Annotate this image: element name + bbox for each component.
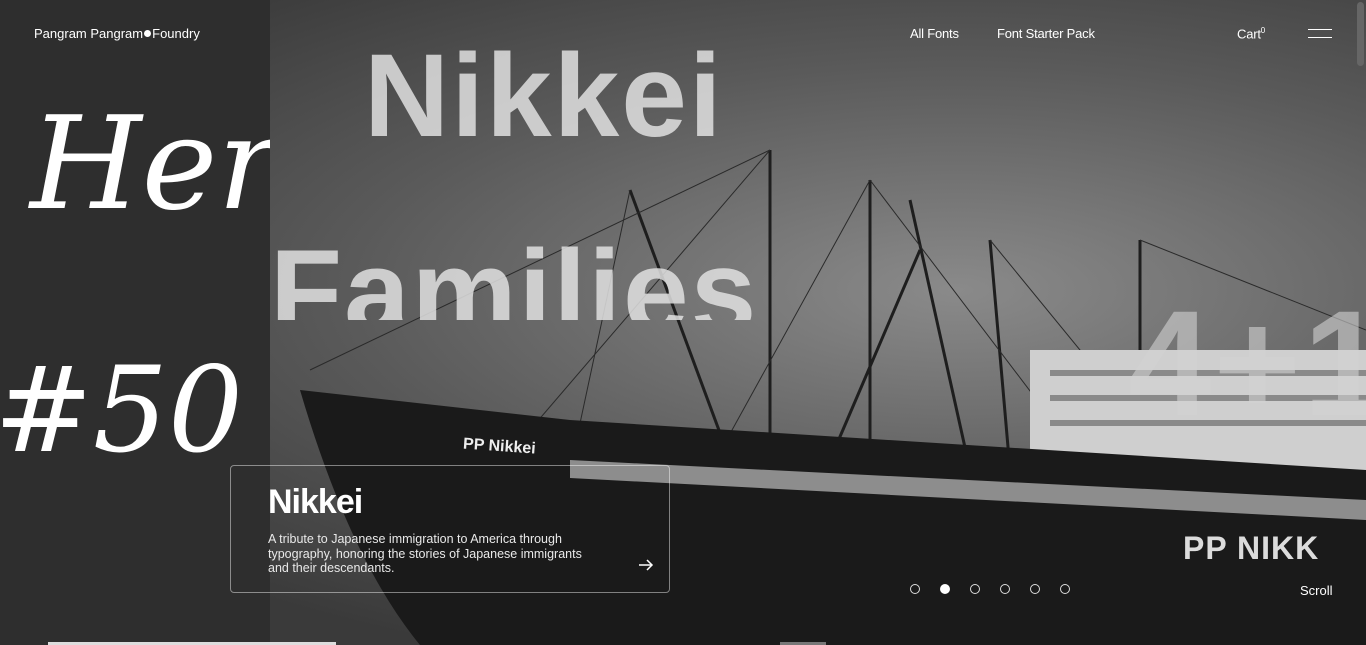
scroll-link[interactable]: Scroll bbox=[1300, 583, 1333, 598]
headline-top: Nikkei bbox=[364, 36, 724, 154]
headline-mid: Families bbox=[270, 232, 759, 320]
slider-dot-active[interactable] bbox=[940, 584, 950, 594]
card-title: Nikkei bbox=[268, 483, 363, 521]
cart-link[interactable]: Cart0 bbox=[1237, 26, 1265, 41]
arrow-right-icon[interactable] bbox=[637, 556, 655, 574]
cart-count: 0 bbox=[1260, 26, 1266, 35]
logo-text-right: Foundry bbox=[152, 26, 200, 41]
slider-dot[interactable] bbox=[910, 584, 920, 594]
slider-dot[interactable] bbox=[970, 584, 980, 594]
ship-name-stern: PP NIKK bbox=[1183, 530, 1320, 566]
cart-label: Cart bbox=[1237, 26, 1261, 42]
logo-dot-icon bbox=[144, 30, 152, 37]
slider-dot[interactable] bbox=[1030, 584, 1040, 594]
slider-dots bbox=[910, 584, 1070, 594]
brand-logo[interactable]: Pangram Pangram Foundry bbox=[34, 26, 200, 41]
slider-dot[interactable] bbox=[1060, 584, 1070, 594]
logo-text-left: Pangram Pangram bbox=[34, 26, 144, 41]
scrollbar-thumb[interactable] bbox=[1357, 2, 1364, 66]
left-script-bottom: #50 bbox=[0, 341, 244, 479]
slider-dot[interactable] bbox=[1000, 584, 1010, 594]
nav-all-fonts[interactable]: All Fonts bbox=[910, 26, 959, 41]
headline-right: 4+1 bbox=[1128, 279, 1366, 447]
nav-font-starter-pack[interactable]: Font Starter Pack bbox=[997, 26, 1095, 41]
card-description: A tribute to Japanese immigration to Ame… bbox=[268, 532, 582, 575]
menu-icon[interactable] bbox=[1308, 29, 1332, 39]
left-script-top: Here bbox=[30, 90, 270, 239]
